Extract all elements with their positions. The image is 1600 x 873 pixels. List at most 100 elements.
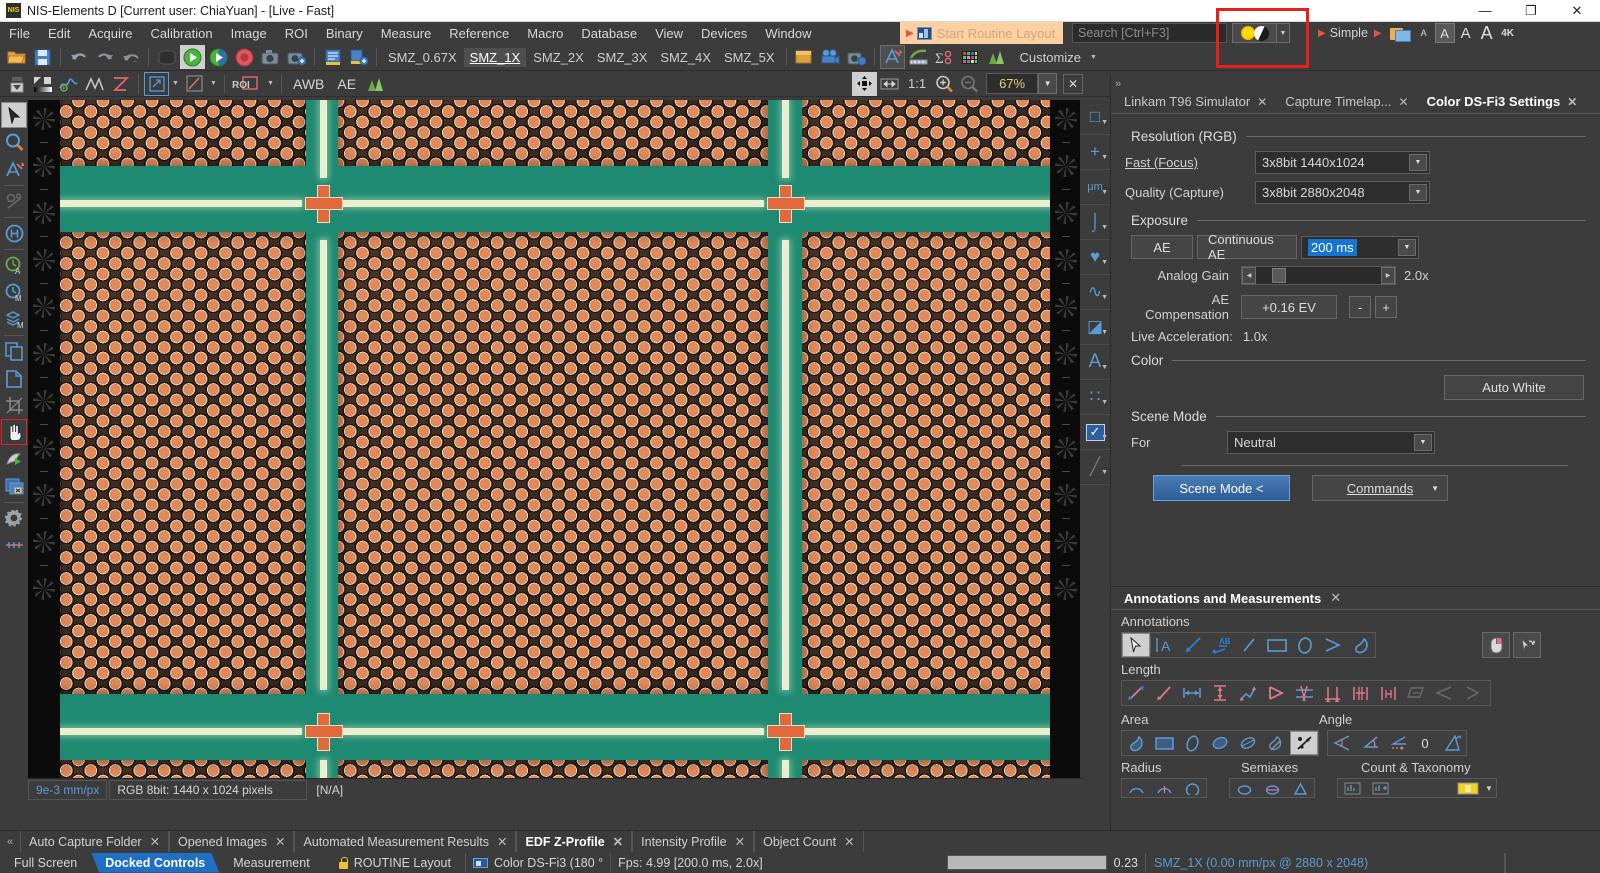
stop-live-icon[interactable]	[232, 45, 257, 69]
measure-ruler-icon[interactable]	[906, 45, 931, 69]
vertical-span-icon[interactable]	[1206, 681, 1234, 705]
grid-overlay-icon[interactable]: ∷ ▼	[1080, 380, 1110, 415]
ae-compensation-plus-button[interactable]: +	[1375, 296, 1397, 318]
brightness-contrast-button[interactable]	[1232, 23, 1277, 43]
zoom-out-icon[interactable]	[957, 72, 982, 96]
simple-line-icon[interactable]	[1150, 681, 1178, 705]
status-routine-layout[interactable]: ROUTINE Layout	[324, 853, 465, 873]
histogram-equalize-icon[interactable]	[363, 72, 388, 96]
tab-close-icon[interactable]: ✕	[1399, 95, 1409, 109]
commands-button[interactable]: Commands ▼	[1312, 475, 1448, 501]
arc-angle-icon[interactable]	[1356, 731, 1384, 755]
tab-close-icon[interactable]: ✕	[844, 834, 854, 849]
gamma-caret-icon[interactable]: ▼	[208, 80, 219, 87]
exposure-time-select[interactable]: 200 ms ▼	[1301, 235, 1419, 259]
rectangle-area-icon[interactable]	[1150, 731, 1178, 755]
slider-knob[interactable]	[1272, 268, 1286, 283]
angle-measure-icon[interactable]	[1438, 731, 1466, 755]
width-between-icon[interactable]	[1374, 681, 1402, 705]
close-all-tool[interactable]	[1, 473, 27, 499]
count-tally-icon[interactable]	[1338, 779, 1366, 797]
simple-label[interactable]: Simple	[1330, 26, 1368, 40]
font-size-small-button[interactable]: A	[1414, 23, 1434, 43]
zoom-tag-smz067x[interactable]: SMZ_0.67X	[382, 48, 463, 67]
lut-ramp-icon[interactable]	[30, 72, 55, 96]
quality-capture-select[interactable]: 3x8bit 2880x2048 ▼	[1255, 181, 1430, 204]
tab-close-icon[interactable]: ✕	[735, 834, 745, 849]
font-size-4k-button[interactable]: 4K	[1498, 23, 1518, 43]
tab-annotations-measurements[interactable]: Annotations and Measurements ✕	[1117, 587, 1348, 609]
minimize-button[interactable]: —	[1462, 0, 1508, 22]
fit-width-icon[interactable]	[877, 72, 902, 96]
horizontal-span-icon[interactable]	[1178, 681, 1206, 705]
live-fast-icon[interactable]	[206, 45, 231, 69]
zoom-in-icon[interactable]	[932, 72, 957, 96]
open-folder-icon[interactable]	[1389, 26, 1411, 42]
live-preview-off-icon[interactable]	[154, 45, 179, 69]
movie-camera-icon[interactable]	[818, 45, 843, 69]
menu-acquire[interactable]: Acquire	[79, 24, 141, 43]
auto-measure-icon[interactable]	[879, 45, 905, 69]
apply-lut-caret-icon[interactable]: ▼	[170, 80, 181, 87]
crosshair-icon[interactable]: + ▼	[1080, 135, 1110, 170]
menu-binary[interactable]: Binary	[317, 24, 372, 43]
chevron-down-icon[interactable]: ▼	[1409, 154, 1427, 171]
tab-close-icon[interactable]: ✕	[1330, 590, 1341, 606]
close-button[interactable]: ✕	[1554, 0, 1600, 22]
radius-arc-icon[interactable]	[1150, 779, 1178, 797]
ellipse-area-icon[interactable]	[1178, 731, 1206, 755]
freehand-annotation-icon[interactable]	[1347, 633, 1375, 657]
analog-gain-slider[interactable]: ◀ ▶	[1241, 266, 1396, 285]
menu-macro[interactable]: Macro	[518, 24, 572, 43]
rotated-ellipse-icon[interactable]	[1234, 731, 1262, 755]
fast-focus-label[interactable]: Fast (Focus)	[1125, 155, 1255, 170]
status-camera[interactable]: Color DS-Fi3 (180 °	[464, 852, 610, 873]
calibration-value[interactable]: 9e-3 mm/px	[28, 779, 108, 800]
text-tool-icon[interactable]: A ▼	[1080, 345, 1110, 380]
polygon-perimeter-icon[interactable]	[1262, 681, 1290, 705]
roi-icon[interactable]: ROI	[230, 72, 264, 96]
font-size-xlarge-button[interactable]: A	[1477, 23, 1497, 43]
line-annotation-icon[interactable]	[1235, 633, 1263, 657]
brightness-contrast-widget[interactable]: ▼	[1232, 22, 1290, 44]
waveform-icon[interactable]: ∿ ▼	[1080, 275, 1110, 310]
pan-hand-tool[interactable]	[1, 419, 27, 445]
customize-menu[interactable]: Customize	[1010, 48, 1087, 67]
polyline-annotation-icon[interactable]	[1319, 633, 1347, 657]
rectangle-annotation-icon[interactable]	[1263, 633, 1291, 657]
status-measurement[interactable]: Measurement	[219, 853, 323, 873]
document-list-icon[interactable]	[320, 45, 345, 69]
auto-white-button[interactable]: Auto White	[1444, 375, 1584, 400]
three-point-angle-icon[interactable]	[1328, 731, 1356, 755]
ae-compensation-minus-button[interactable]: -	[1349, 296, 1371, 318]
manual-area-icon[interactable]	[1262, 731, 1290, 755]
reset-lut-icon[interactable]	[108, 72, 133, 96]
frame-icon[interactable]: ⌡ ▼	[1080, 205, 1110, 240]
taxonomy-scroll-arrow-icon[interactable]: ▼	[1482, 779, 1496, 797]
copy-doc-tool[interactable]	[1, 338, 27, 364]
sigma-count-icon[interactable]: Σ	[932, 45, 957, 69]
polyline-length-icon[interactable]	[1234, 681, 1262, 705]
zoom-tag-smz4x[interactable]: SMZ_4X	[654, 48, 717, 67]
tilted-ellipse-icon[interactable]	[1206, 731, 1234, 755]
maximize-button[interactable]: ❐	[1508, 0, 1554, 22]
font-size-normal-button[interactable]: A	[1434, 23, 1455, 43]
labeled-arrow-icon[interactable]: AB	[1207, 633, 1235, 657]
tab-close-icon[interactable]: ✕	[1567, 95, 1577, 109]
awb-button[interactable]: AWB	[287, 75, 330, 93]
menu-image[interactable]: Image	[222, 24, 276, 43]
menu-database[interactable]: Database	[572, 24, 646, 43]
semiaxes-ellipse-icon[interactable]	[1230, 779, 1258, 797]
lut-curve-icon[interactable]: ♥ ▼	[1080, 240, 1110, 275]
scalebar-icon[interactable]: μm ▼	[1080, 170, 1110, 205]
add-document-icon[interactable]	[346, 45, 371, 69]
freehand-area-icon[interactable]	[1122, 731, 1150, 755]
status-full-screen[interactable]: Full Screen	[0, 853, 91, 873]
bottom-tab-edf-z-profile[interactable]: EDF Z-Profile ✕	[516, 831, 633, 852]
ellipse-annotation-icon[interactable]	[1291, 633, 1319, 657]
save-file-icon[interactable]	[30, 45, 55, 69]
measure-disabled-tool[interactable]	[1, 188, 27, 214]
chevron-down-icon[interactable]: ▼	[1431, 484, 1439, 493]
pointer-tool[interactable]	[1, 102, 27, 128]
status-docked-controls[interactable]: Docked Controls	[91, 853, 219, 873]
